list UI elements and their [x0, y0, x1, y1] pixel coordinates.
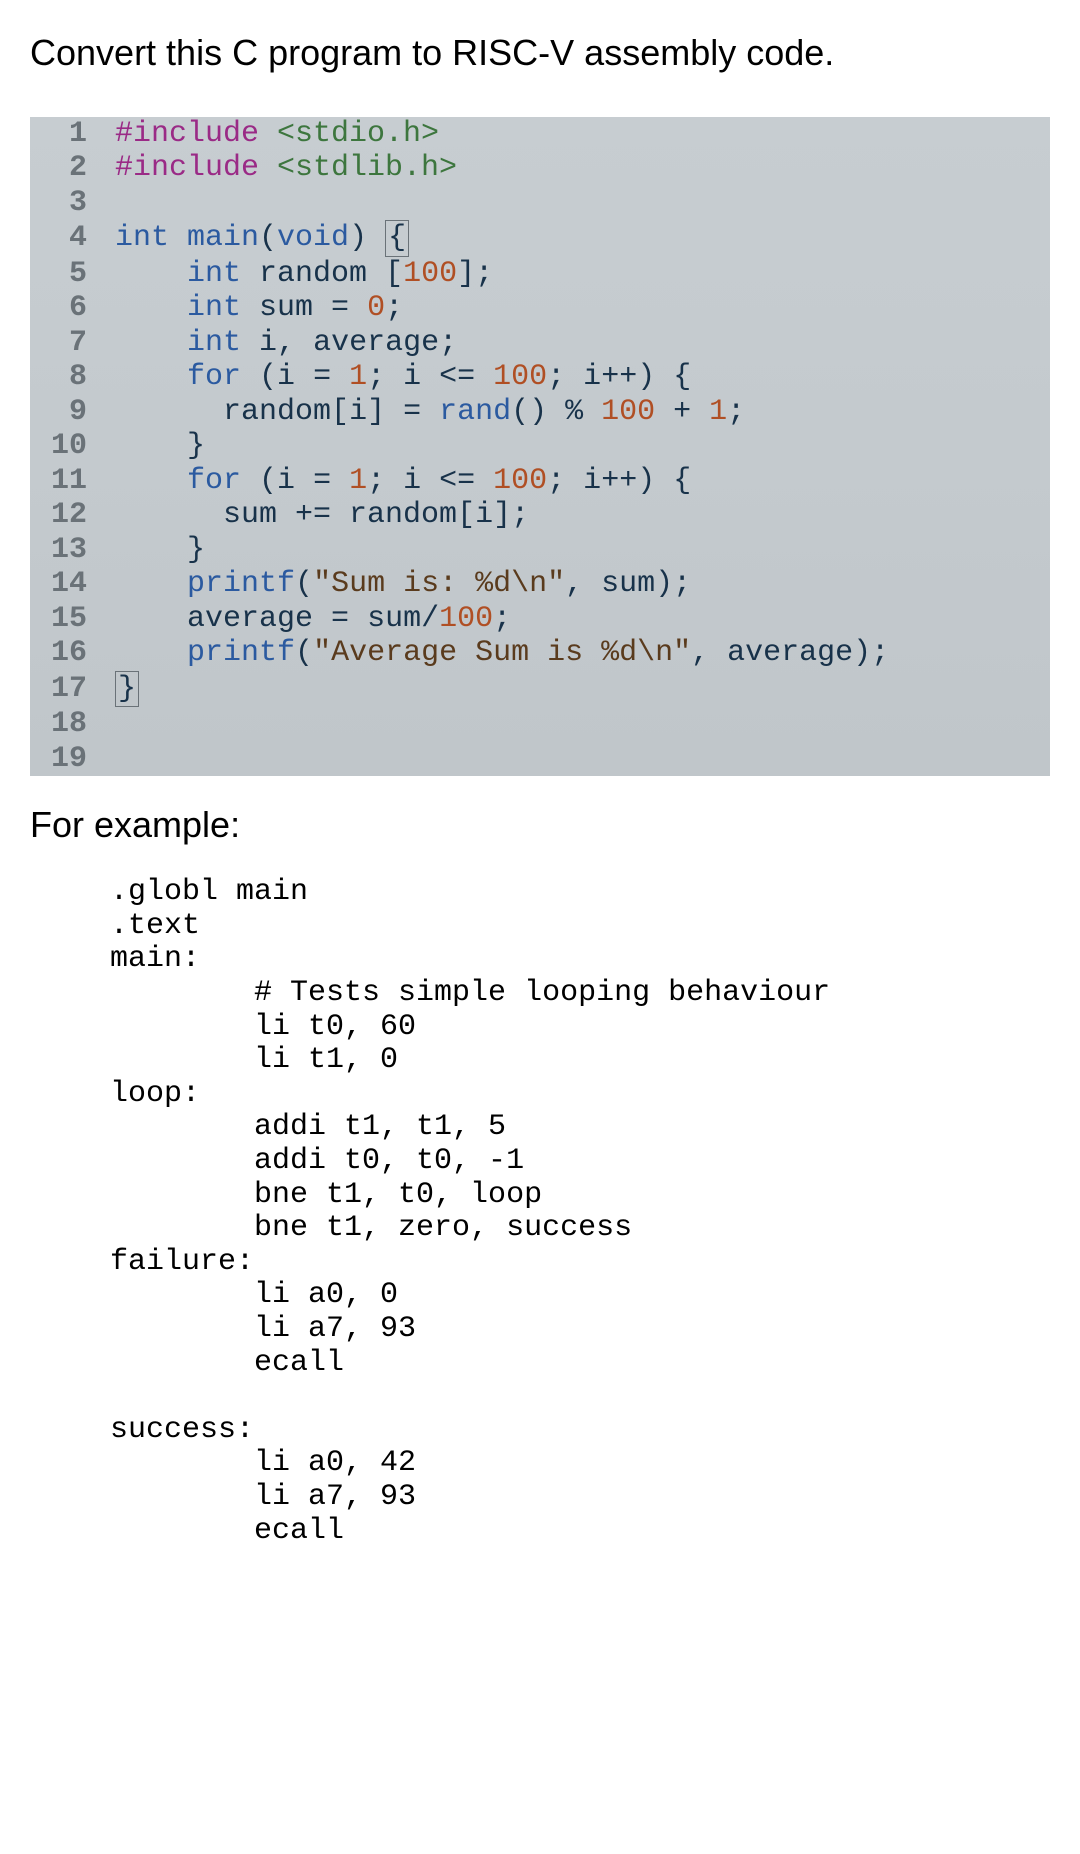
code-content: average = sum/100;: [115, 602, 1050, 637]
code-content: }: [115, 429, 1050, 464]
code-line: 8 for (i = 1; i <= 100; i++) {: [30, 360, 1050, 395]
line-number: 19: [30, 742, 115, 777]
line-number: 8: [30, 360, 115, 395]
line-number: 4: [30, 221, 115, 256]
code-content: #include <stdlib.h>: [115, 151, 1050, 186]
code-content: int i, average;: [115, 326, 1050, 361]
line-number: 7: [30, 326, 115, 361]
code-line: 9 random[i] = rand() % 100 + 1;: [30, 395, 1050, 430]
code-line: 19: [30, 742, 1050, 777]
line-number: 13: [30, 533, 115, 568]
code-line: 1#include <stdio.h>: [30, 117, 1050, 152]
code-line: 4int main(void) {: [30, 220, 1050, 257]
code-line: 14 printf("Sum is: %d\n", sum);: [30, 567, 1050, 602]
code-content: printf("Average Sum is %d\n", average);: [115, 636, 1050, 671]
code-content: for (i = 1; i <= 100; i++) {: [115, 464, 1050, 499]
code-content: }: [115, 671, 1050, 708]
code-line: 3: [30, 186, 1050, 221]
line-number: 1: [30, 117, 115, 152]
line-number: 2: [30, 151, 115, 186]
example-label: For example:: [30, 804, 1050, 846]
line-number: 3: [30, 186, 115, 221]
code-content: random[i] = rand() % 100 + 1;: [115, 395, 1050, 430]
code-content: sum += random[i];: [115, 498, 1050, 533]
line-number: 14: [30, 567, 115, 602]
line-number: 11: [30, 464, 115, 499]
code-line: 12 sum += random[i];: [30, 498, 1050, 533]
c-code-editor: 1#include <stdio.h>2#include <stdlib.h>3…: [30, 117, 1050, 777]
code-content: printf("Sum is: %d\n", sum);: [115, 567, 1050, 602]
code-line: 7 int i, average;: [30, 326, 1050, 361]
code-content: int main(void) {: [115, 220, 1050, 257]
line-number: 15: [30, 602, 115, 637]
line-number: 16: [30, 636, 115, 671]
code-line: 11 for (i = 1; i <= 100; i++) {: [30, 464, 1050, 499]
code-content: #include <stdio.h>: [115, 117, 1050, 152]
line-number: 12: [30, 498, 115, 533]
code-line: 18: [30, 707, 1050, 742]
code-content: int random [100];: [115, 257, 1050, 292]
line-number: 18: [30, 707, 115, 742]
code-line: 16 printf("Average Sum is %d\n", average…: [30, 636, 1050, 671]
code-line: 5 int random [100];: [30, 257, 1050, 292]
prompt-text: Convert this C program to RISC-V assembl…: [30, 30, 1050, 77]
code-line: 6 int sum = 0;: [30, 291, 1050, 326]
code-line: 10 }: [30, 429, 1050, 464]
line-number: 6: [30, 291, 115, 326]
line-number: 9: [30, 395, 115, 430]
asm-code-block: .globl main .text main: # Tests simple l…: [30, 876, 1050, 1548]
code-content: int sum = 0;: [115, 291, 1050, 326]
code-content: for (i = 1; i <= 100; i++) {: [115, 360, 1050, 395]
code-line: 17}: [30, 671, 1050, 708]
line-number: 5: [30, 257, 115, 292]
code-line: 15 average = sum/100;: [30, 602, 1050, 637]
code-content: }: [115, 533, 1050, 568]
line-number: 10: [30, 429, 115, 464]
line-number: 17: [30, 672, 115, 707]
code-line: 2#include <stdlib.h>: [30, 151, 1050, 186]
code-line: 13 }: [30, 533, 1050, 568]
